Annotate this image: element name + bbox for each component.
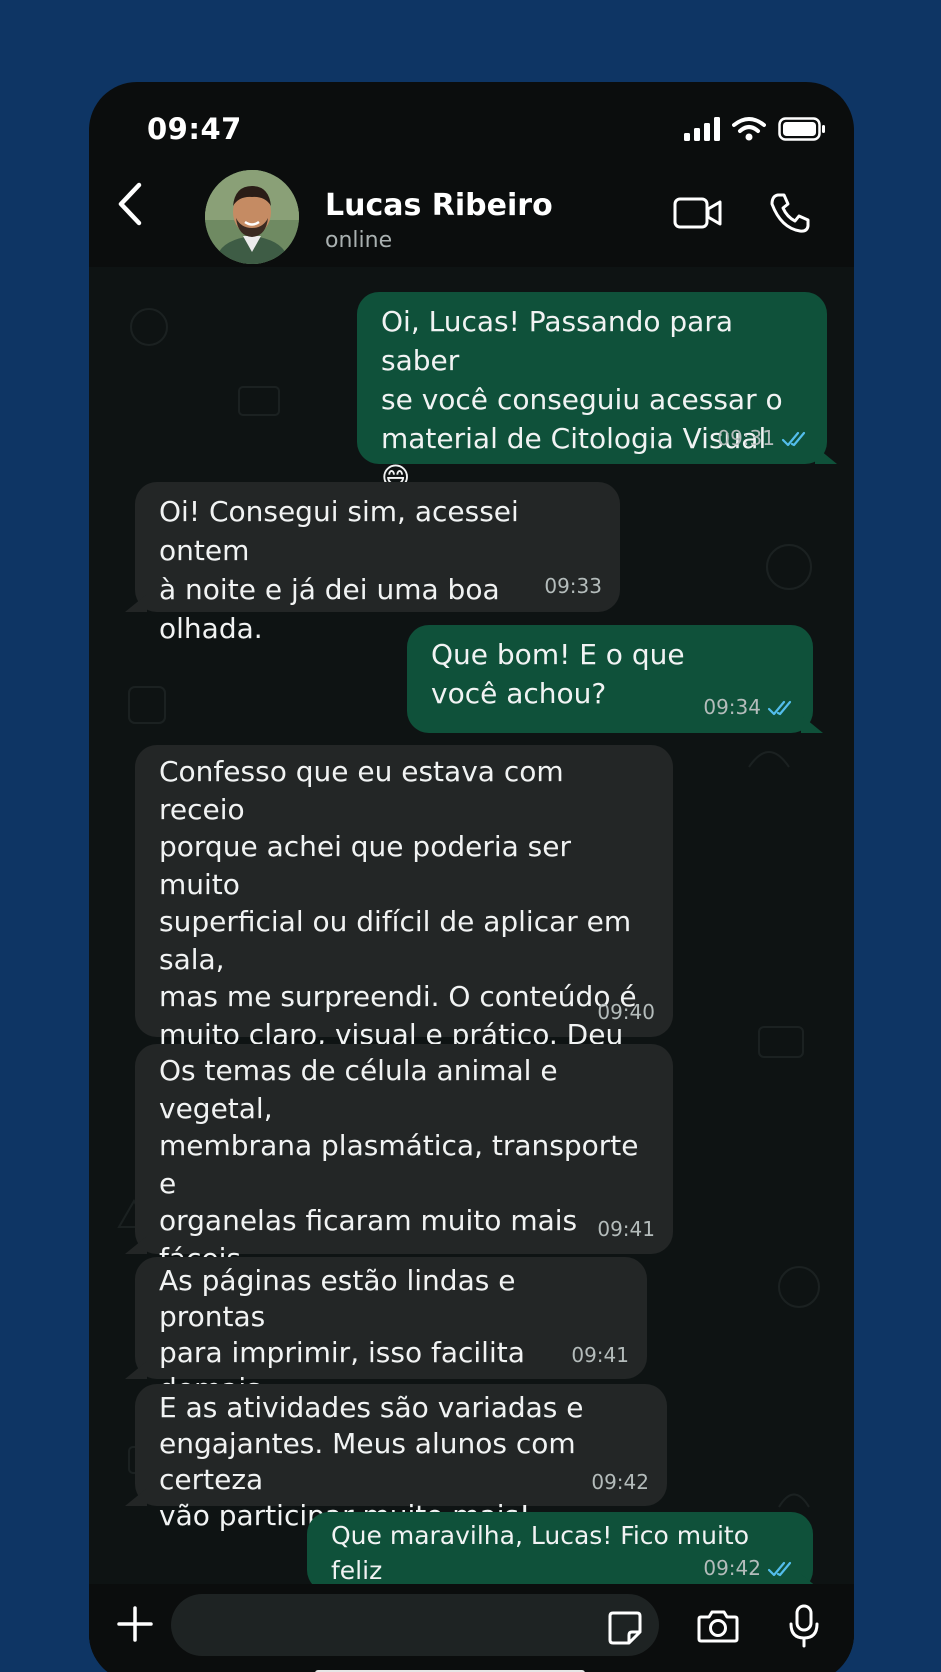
video-call-icon[interactable] bbox=[673, 195, 723, 231]
sticker-icon[interactable] bbox=[607, 1610, 643, 1646]
read-ticks-icon bbox=[767, 700, 792, 715]
microphone-icon[interactable] bbox=[787, 1604, 821, 1648]
camera-icon[interactable] bbox=[697, 1608, 739, 1644]
phone-call-icon[interactable] bbox=[769, 192, 811, 234]
message-meta: 09:41 bbox=[571, 1337, 629, 1373]
message-time: 09:41 bbox=[571, 1343, 629, 1367]
incoming-message[interactable]: Os temas de célula animal e vegetal, mem… bbox=[125, 1044, 673, 1350]
message-meta: 09:34 bbox=[703, 688, 795, 727]
message-meta: 09:42 bbox=[591, 1464, 649, 1500]
message-meta: 09:40 bbox=[597, 994, 655, 1032]
message-meta: 09:33 bbox=[544, 567, 602, 606]
message-time: 09:31 bbox=[717, 426, 775, 450]
message-time: 09:41 bbox=[597, 1216, 655, 1241]
message-meta: 09:31 bbox=[717, 419, 809, 458]
contact-avatar[interactable] bbox=[205, 170, 299, 264]
message-time: 09:40 bbox=[597, 999, 655, 1024]
composer-bar bbox=[89, 1584, 854, 1672]
phone-frame: 09:47 Lucas Ribeiro online Oi, Lucas! Pa… bbox=[89, 82, 854, 1672]
read-ticks-icon bbox=[767, 1561, 792, 1576]
incoming-message[interactable]: Oi! Consegui sim, acessei ontem à noite … bbox=[125, 482, 620, 645]
avatar-photo bbox=[205, 170, 299, 264]
outgoing-message[interactable]: Que maravilha, Lucas! Fico muito feliz e… bbox=[307, 1512, 823, 1620]
message-time: 09:42 bbox=[703, 1556, 761, 1580]
chat-header: Lucas Ribeiro online bbox=[89, 82, 854, 264]
incoming-message[interactable]: As páginas estão lindas e prontas para i… bbox=[125, 1257, 647, 1441]
incoming-message[interactable]: E as atividades são variadas e engajante… bbox=[125, 1384, 667, 1532]
message-text: Oi, Lucas! Passando para saber se você c… bbox=[381, 305, 783, 494]
outgoing-message[interactable]: Que bom! E o que você achou? 09:34 bbox=[407, 625, 823, 733]
message-meta: 09:41 bbox=[597, 1211, 655, 1249]
message-time: 09:42 bbox=[591, 1470, 649, 1494]
contact-name[interactable]: Lucas Ribeiro bbox=[325, 188, 553, 223]
contact-status: online bbox=[325, 228, 393, 253]
back-arrow-icon[interactable] bbox=[111, 179, 151, 229]
outgoing-message[interactable]: Oi, Lucas! Passando para saber se você c… bbox=[357, 292, 837, 494]
message-meta: 09:42 bbox=[703, 1551, 795, 1586]
incoming-message[interactable]: Confesso que eu estava com receio porque… bbox=[135, 745, 673, 1201]
message-input[interactable] bbox=[171, 1594, 659, 1656]
read-ticks-icon bbox=[781, 431, 806, 446]
plus-icon[interactable] bbox=[115, 1604, 155, 1644]
message-time: 09:33 bbox=[544, 574, 602, 598]
message-time: 09:34 bbox=[703, 695, 761, 719]
